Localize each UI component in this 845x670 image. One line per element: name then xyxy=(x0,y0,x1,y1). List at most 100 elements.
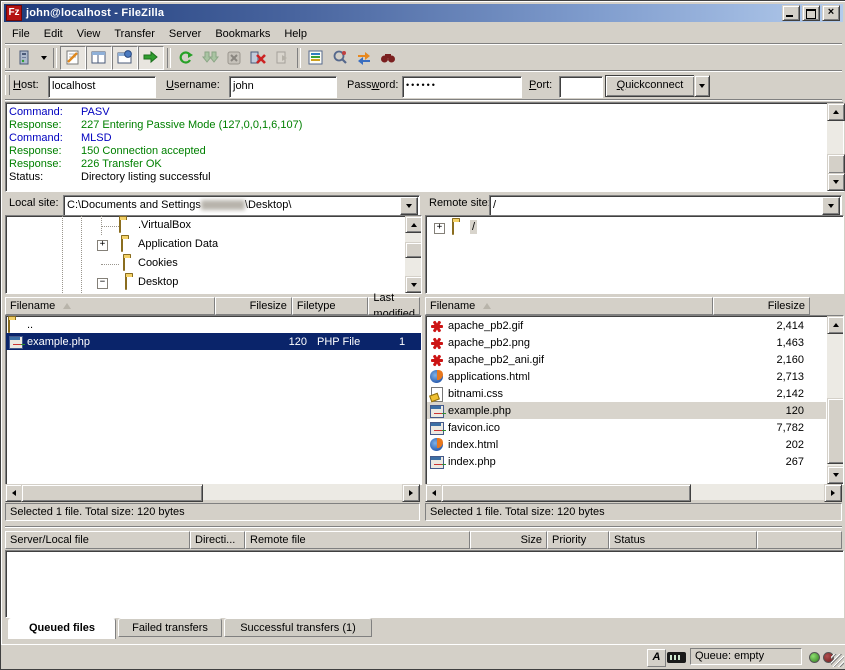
remote-file-list[interactable]: apache_pb2.gif2,414 apache_pb2.png1,463 … xyxy=(425,315,844,485)
filezilla-app-icon[interactable]: Fz xyxy=(6,5,22,21)
refresh-button[interactable] xyxy=(174,47,198,69)
column-header-status[interactable]: Status xyxy=(609,531,757,549)
process-queue-button[interactable] xyxy=(198,47,222,69)
toggle-remote-tree-button[interactable] xyxy=(112,46,138,70)
remote-file-row[interactable]: index.php267 xyxy=(427,453,826,470)
local-site-dropdown[interactable] xyxy=(400,197,418,215)
host-input[interactable]: localhost xyxy=(48,76,156,98)
remote-file-row[interactable]: apache_pb2_ani.gif2,160 xyxy=(427,351,826,368)
scroll-down-button[interactable] xyxy=(827,173,845,191)
column-header-direction[interactable]: Directi... xyxy=(190,531,245,549)
menu-view[interactable]: View xyxy=(70,26,108,42)
remote-list-hscrollbar[interactable] xyxy=(425,484,842,500)
tab-failed-transfers[interactable]: Failed transfers xyxy=(118,618,222,637)
local-site-combobox[interactable]: C:\Documents and Settings\Desktop\ xyxy=(63,195,420,217)
remote-file-row[interactable]: favicon.ico7,782 xyxy=(427,419,826,436)
collapse-icon[interactable]: − xyxy=(97,278,108,289)
cancel-operation-button[interactable] xyxy=(222,47,246,69)
column-header-filesize[interactable]: Filesize xyxy=(713,297,810,315)
column-header-last-modified[interactable]: Last modified xyxy=(368,297,420,315)
local-list-hscrollbar[interactable] xyxy=(5,484,420,500)
scroll-down-button[interactable] xyxy=(827,466,844,484)
column-header-filename[interactable]: Filename xyxy=(425,297,713,315)
toggle-message-log-button[interactable] xyxy=(60,46,86,70)
scroll-thumb[interactable] xyxy=(827,154,845,174)
status-indicator-icon[interactable] xyxy=(667,652,686,663)
scroll-thumb[interactable] xyxy=(827,398,844,464)
scroll-up-button[interactable] xyxy=(405,216,422,233)
queue-list[interactable] xyxy=(5,550,844,618)
expand-icon[interactable]: + xyxy=(97,240,108,251)
quickconnect-button[interactable]: Quickconnect xyxy=(605,75,695,97)
column-header-filetype[interactable]: Filetype xyxy=(292,297,369,315)
menu-file[interactable]: File xyxy=(5,26,37,42)
column-header-server-local-file[interactable]: Server/Local file xyxy=(5,531,190,549)
close-button[interactable]: × xyxy=(822,5,840,21)
toggle-local-tree-button[interactable] xyxy=(86,46,112,70)
column-header-filesize[interactable]: Filesize xyxy=(215,297,292,315)
scroll-up-button[interactable] xyxy=(827,316,844,334)
tree-item-root[interactable]: / xyxy=(470,220,477,234)
column-header-remote-file[interactable]: Remote file xyxy=(245,531,470,549)
synchronized-browsing-button[interactable] xyxy=(352,47,376,69)
local-directory-tree[interactable]: .VirtualBox + Application Data Cookies −… xyxy=(5,215,422,294)
disconnect-button[interactable] xyxy=(246,47,270,69)
log-scrollbar[interactable] xyxy=(827,103,843,191)
remote-file-row[interactable]: applications.html2,713 xyxy=(427,368,826,385)
remote-file-row[interactable]: apache_pb2.png1,463 xyxy=(427,334,826,351)
tab-queued-files[interactable]: Queued files xyxy=(8,618,116,639)
column-header-priority[interactable]: Priority xyxy=(547,531,609,549)
find-files-button[interactable] xyxy=(376,47,400,69)
quickconnect-grip[interactable] xyxy=(5,75,10,95)
column-header-filename[interactable]: Filename xyxy=(5,297,215,315)
remote-file-row[interactable]: index.html202 xyxy=(427,436,826,453)
minimize-button[interactable] xyxy=(782,5,800,21)
local-tree-scrollbar[interactable] xyxy=(405,216,421,293)
scroll-up-button[interactable] xyxy=(827,103,845,121)
remote-site-combobox[interactable]: / xyxy=(489,195,842,217)
local-file-list[interactable]: .. example.php 120 PHP File 1 xyxy=(5,315,422,485)
tree-item-virtualbox[interactable]: .VirtualBox xyxy=(136,218,193,232)
reconnect-button[interactable] xyxy=(270,47,294,69)
resize-grip[interactable] xyxy=(831,654,844,667)
password-input[interactable]: •••••• xyxy=(402,76,522,98)
site-manager-button[interactable] xyxy=(13,47,37,69)
scroll-thumb[interactable] xyxy=(405,242,422,258)
tree-item-desktop[interactable]: Desktop xyxy=(136,275,180,289)
scroll-right-button[interactable] xyxy=(824,484,842,502)
menu-server[interactable]: Server xyxy=(162,26,208,42)
menu-bookmarks[interactable]: Bookmarks xyxy=(208,26,277,42)
remote-file-row[interactable]: bitnami.css2,142 xyxy=(427,385,826,402)
site-manager-dropdown[interactable] xyxy=(37,47,50,69)
html-file-icon xyxy=(429,438,445,452)
scroll-thumb[interactable] xyxy=(441,484,691,502)
remote-file-row[interactable]: apache_pb2.gif2,414 xyxy=(427,317,826,334)
title-bar[interactable]: Fz john@localhost - FileZilla × xyxy=(4,4,843,22)
expand-icon[interactable]: + xyxy=(434,223,445,234)
port-input[interactable] xyxy=(559,76,603,98)
local-file-row-selected[interactable]: example.php 120 PHP File 1 xyxy=(6,333,421,350)
quickconnect-dropdown[interactable] xyxy=(694,75,710,97)
ascii-data-type-icon[interactable]: A xyxy=(647,649,666,667)
column-header-size[interactable]: Size xyxy=(470,531,547,549)
username-input[interactable]: john xyxy=(229,76,337,98)
filename-filters-button[interactable] xyxy=(304,47,328,69)
scroll-thumb[interactable] xyxy=(21,484,203,502)
queue-splitter[interactable] xyxy=(5,526,842,528)
toggle-transfer-queue-button[interactable] xyxy=(138,46,164,70)
scroll-right-button[interactable] xyxy=(402,484,420,502)
menu-edit[interactable]: Edit xyxy=(37,26,70,42)
tree-item-application-data[interactable]: Application Data xyxy=(136,237,220,251)
local-file-row[interactable]: .. xyxy=(6,316,421,333)
directory-comparison-button[interactable] xyxy=(328,47,352,69)
toolbar-grip[interactable] xyxy=(5,48,10,68)
maximize-button[interactable] xyxy=(802,5,820,21)
remote-file-row-selected[interactable]: example.php120 xyxy=(427,402,826,419)
remote-list-scrollbar[interactable] xyxy=(827,316,843,484)
tab-successful-transfers[interactable]: Successful transfers (1) xyxy=(224,618,372,637)
tree-item-cookies[interactable]: Cookies xyxy=(136,256,180,270)
remote-directory-tree[interactable]: + / xyxy=(425,215,844,294)
remote-site-dropdown[interactable] xyxy=(822,197,840,215)
menu-transfer[interactable]: Transfer xyxy=(107,26,162,42)
menu-help[interactable]: Help xyxy=(277,26,314,42)
